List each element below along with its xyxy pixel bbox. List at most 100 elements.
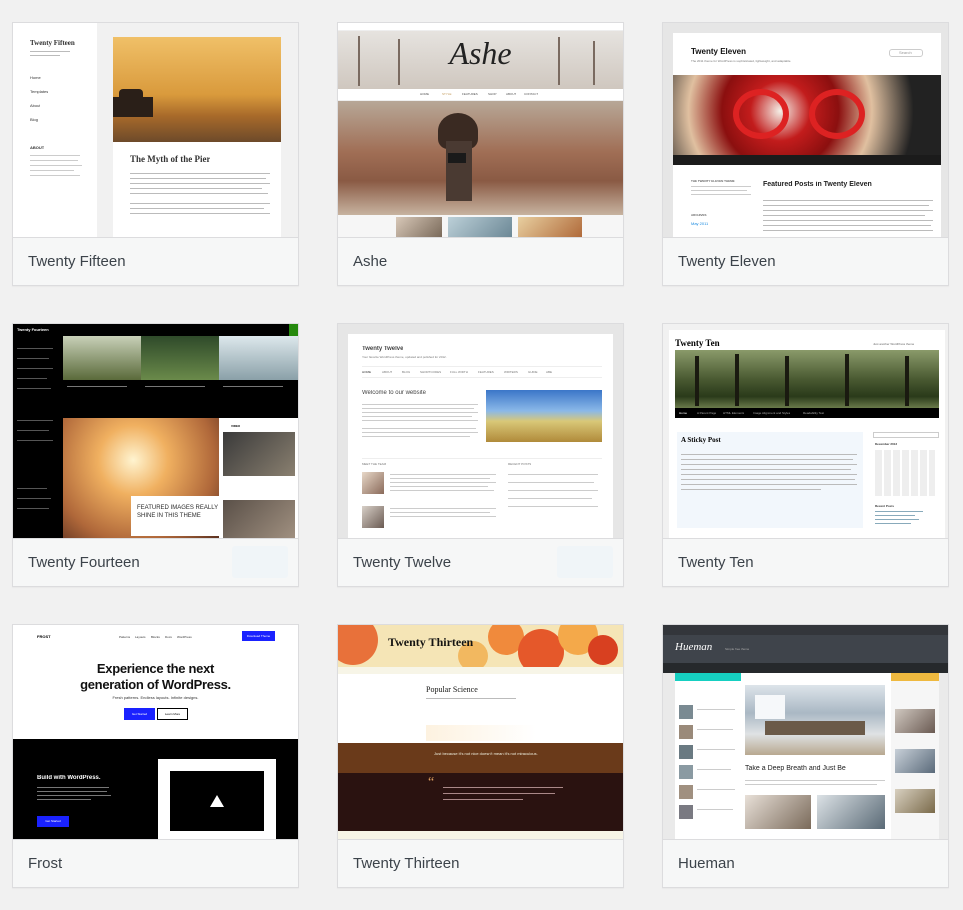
tagline: Your favorite WordPress theme, updated a…	[362, 355, 447, 359]
menu-item: Patterns	[119, 635, 131, 639]
welcome-title: Welcome to our website	[362, 390, 426, 396]
theme-screenshot[interactable]: Twenty Fifteen Home Templates About Blog…	[13, 23, 298, 237]
menu-item: About	[30, 103, 41, 108]
nav-item: Readability Test	[803, 411, 825, 415]
calendar-title: December 2013	[875, 442, 898, 446]
section-title: MEET THE TEAM	[362, 462, 387, 466]
pier-image	[113, 37, 281, 142]
theme-card-ashe[interactable]: Ashe HOME STYLE FEATURES SHOP ABOUT CONT…	[337, 22, 624, 286]
menu-item: Templates	[30, 89, 49, 94]
dark-title: Build with WordPress.	[37, 775, 101, 781]
menu-item: ABOUT	[382, 370, 393, 374]
theme-screenshot[interactable]: Twenty Ten Just another WordPress theme …	[663, 324, 948, 538]
menu-item: STYLE	[442, 92, 452, 96]
post-title: A Sticky Post	[681, 436, 721, 444]
menu-item: ABE	[546, 370, 553, 374]
site-title: Twenty Ten	[675, 338, 720, 348]
site-title: Twenty Fifteen	[30, 39, 75, 47]
video-label: VIDEO	[231, 424, 241, 428]
hero-headline-2: generation of WordPress.	[80, 677, 231, 692]
download-button[interactable]: Download Theme	[242, 631, 275, 641]
theme-screenshot[interactable]: Twenty Thirteen Popular Science Just bec…	[338, 625, 623, 839]
learn-more-button[interactable]: Learn More	[157, 708, 188, 720]
menu-item: HOME	[362, 370, 371, 374]
header-image	[338, 625, 623, 667]
menu-item: SHOP	[488, 92, 497, 96]
theme-name: Frost	[13, 839, 298, 887]
theme-card-twenty-ten[interactable]: Twenty Ten Just another WordPress theme …	[662, 323, 949, 587]
nav-item: Home	[679, 411, 688, 415]
post-title: The Myth of the Pier	[130, 154, 211, 164]
menu-item: Blocks	[151, 635, 160, 639]
post-title: Take a Deep Breath and Just Be	[745, 765, 846, 772]
tagline: The 2011 theme for WordPress is sophisti…	[691, 59, 792, 63]
theme-card-twenty-eleven[interactable]: Twenty Eleven The 2011 theme for WordPre…	[662, 22, 949, 286]
theme-card-frost[interactable]: FROST Patterns Layouts Blocks Docs WordP…	[12, 624, 299, 888]
theme-name: Ashe	[338, 237, 623, 285]
widget-title: THE TWENTY ELEVEN THEME	[691, 179, 735, 183]
search-input: Search	[899, 50, 912, 55]
site-title: Ashe	[449, 35, 512, 71]
theme-screenshot[interactable]: FROST Patterns Layouts Blocks Docs WordP…	[13, 625, 298, 839]
theme-name: Twenty Fifteen	[13, 237, 298, 285]
site-title: Twenty Twelve	[362, 346, 404, 352]
nav-bar	[338, 89, 623, 101]
site-title: Twenty Fourteen	[17, 327, 49, 332]
post-title: Popular Science	[426, 685, 478, 694]
theme-card-hueman[interactable]: Hueman Simple free theme Take a Deep Bre…	[662, 624, 949, 888]
header-image	[673, 75, 941, 155]
menu-item: CONTACT	[524, 92, 539, 96]
menu-item: BLOG	[402, 370, 411, 374]
theme-name: Hueman	[663, 839, 948, 887]
menu-item: Docs	[165, 635, 172, 639]
featured-image	[745, 685, 885, 755]
theme-name: Twenty Thirteen	[338, 839, 623, 887]
theme-card-twenty-fifteen[interactable]: Twenty Fifteen Home Templates About Blog…	[12, 22, 299, 286]
menu-item: GUIDE	[528, 370, 538, 374]
theme-screenshot[interactable]: Twenty Eleven The 2011 theme for WordPre…	[663, 23, 948, 237]
get-started-button[interactable]: Get Started	[124, 708, 155, 720]
hero-headline-1: Experience the next	[96, 661, 215, 676]
theme-action-button[interactable]	[232, 546, 288, 578]
dark-get-started-button[interactable]: Get Started	[37, 816, 69, 827]
menu-item: Home	[30, 75, 41, 80]
menu-item: ABOUT	[506, 92, 517, 96]
featured-title: FEATURED IMAGES REALLY SHINE IN THIS THE…	[137, 505, 219, 519]
nav-bar	[673, 155, 941, 165]
theme-card-twenty-fourteen[interactable]: Twenty Fourteen FEATURED IMAGES REALLY S…	[12, 323, 299, 587]
theme-name: Twenty Eleven	[663, 237, 948, 285]
tagline: Just another WordPress theme	[873, 342, 915, 346]
post-title: Featured Posts in Twenty Eleven	[763, 181, 872, 188]
menu-item: WordPress	[177, 635, 192, 639]
menu-item: WRITERS	[504, 370, 518, 374]
menu-item: FEATURES	[462, 92, 478, 96]
section-title: RECENT POSTS	[508, 462, 532, 466]
quote-text: Just because it's not nice doesn't mean …	[434, 751, 538, 756]
theme-screenshot[interactable]: Twenty Twelve Your favorite WordPress th…	[338, 324, 623, 538]
menu-item: FULL WIDTH	[450, 370, 468, 374]
menu-item: Blog	[30, 117, 39, 122]
theme-screenshot[interactable]: Hueman Simple free theme Take a Deep Bre…	[663, 625, 948, 839]
header-image	[675, 350, 939, 408]
theme-name: Twenty Ten	[663, 538, 948, 586]
menu-item: Layouts	[135, 635, 146, 639]
menu-item: HOME	[420, 92, 429, 96]
site-title: Twenty Thirteen	[388, 635, 474, 649]
wheat-image	[486, 390, 602, 442]
theme-screenshot[interactable]: Ashe HOME STYLE FEATURES SHOP ABOUT CONT…	[338, 23, 623, 237]
site-title: Twenty Eleven	[691, 47, 746, 56]
archives-title: ARCHIVES	[691, 213, 707, 217]
hero-subhead: Fresh patterns. Endless layouts. Infinit…	[112, 695, 199, 700]
theme-screenshot[interactable]: Twenty Fourteen FEATURED IMAGES REALLY S…	[13, 324, 298, 538]
frost-logo: FROST	[37, 634, 51, 639]
theme-grid: Twenty Fifteen Home Templates About Blog…	[0, 0, 963, 910]
theme-action-button[interactable]	[557, 546, 613, 578]
widget-title: ABOUT	[30, 145, 45, 150]
site-title: Hueman	[675, 641, 713, 653]
theme-card-twenty-thirteen[interactable]: Twenty Thirteen Popular Science Just bec…	[337, 624, 624, 888]
theme-card-twenty-twelve[interactable]: Twenty Twelve Your favorite WordPress th…	[337, 323, 624, 587]
nav-item: HTML Elements	[723, 411, 745, 415]
slider-image[interactable]	[338, 101, 623, 215]
frost-logo-icon	[210, 795, 224, 807]
menu-item: SHORTCODES	[420, 370, 442, 374]
